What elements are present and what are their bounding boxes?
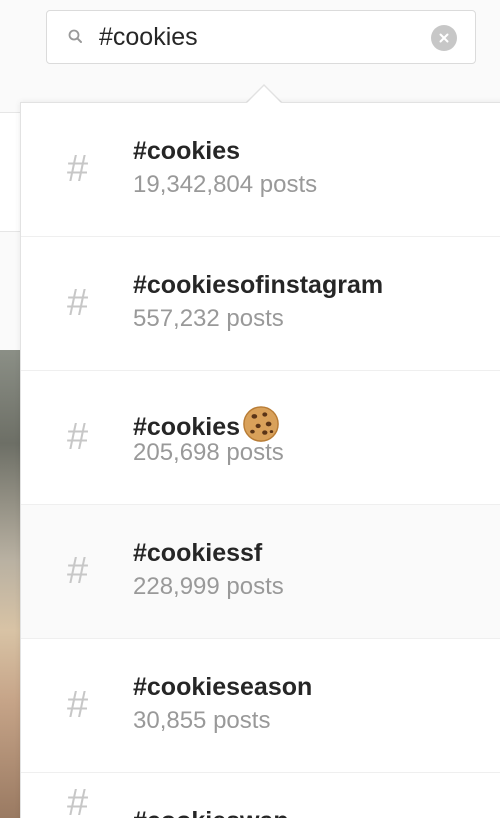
hashtag-result-item[interactable]: # #cookieswap: [21, 773, 500, 818]
hashtag-name: #cookieseason: [133, 673, 312, 702]
hashtag-text: #cookieseason: [133, 673, 313, 701]
hashtag-result-item[interactable]: # #cookieseason 30,855 posts: [21, 639, 500, 773]
hashtag-icon: #: [67, 550, 89, 592]
hashtag-icon: #: [67, 781, 89, 818]
hashtag-icon: #: [67, 416, 89, 458]
post-count: 205,698 posts: [133, 439, 284, 466]
hashtag-name: #cookies: [133, 137, 240, 166]
post-count: 30,855 posts: [133, 707, 271, 734]
search-results-dropdown: # #cookies 19,342,804 posts # #cookiesofinst…: [20, 102, 500, 818]
background-photo: [0, 350, 22, 818]
hashtag-result-item[interactable]: # #cookiessf 228,999 posts: [21, 505, 500, 639]
post-count: 557,232 posts: [133, 305, 284, 332]
hashtag-icon: #: [67, 282, 89, 324]
search-input[interactable]: [99, 19, 419, 55]
hashtag-result-item[interactable]: # #cookies 19,342,804 posts: [21, 103, 500, 237]
hashtag-icon: #: [67, 148, 89, 190]
hashtag-name: #cookies: [133, 405, 280, 443]
post-count: 19,342,804 posts: [133, 171, 318, 198]
hashtag-text: #cookiesofinstagram: [133, 271, 384, 299]
cookie-emoji-icon: [243, 406, 279, 442]
background-panel: [0, 112, 22, 232]
hashtag-icon: #: [67, 684, 89, 726]
search-results-list: # #cookies 19,342,804 posts # #cookiesofinst…: [21, 103, 500, 818]
hashtag-name: #cookiessf: [133, 539, 262, 568]
hashtag-text: #cookiessf: [133, 539, 263, 567]
hashtag-name: #cookiesofinstagram: [133, 271, 383, 300]
hashtag-name: #cookieswap: [133, 807, 289, 818]
hashtag-text: #cookies: [133, 137, 241, 165]
dropdown-caret: [246, 86, 282, 104]
post-count: 228,999 posts: [133, 573, 284, 600]
search-bar[interactable]: [46, 10, 476, 64]
hashtag-result-item[interactable]: # #cookies 205,698 posts: [21, 371, 500, 505]
hashtag-text: #cookies: [133, 413, 241, 441]
magnifier-icon: [68, 29, 82, 43]
hashtag-result-item[interactable]: # #cookiesofinstagram 557,232 posts: [21, 237, 500, 371]
clear-x-icon[interactable]: [431, 25, 457, 51]
hashtag-text: #cookieswap: [133, 807, 289, 818]
